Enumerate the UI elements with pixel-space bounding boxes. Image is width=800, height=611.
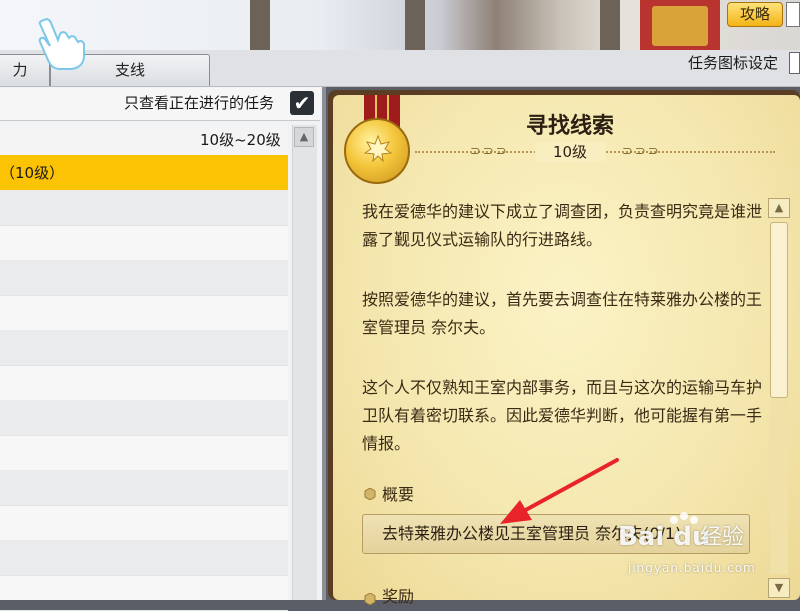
- list-item[interactable]: [0, 540, 288, 576]
- window-control-button[interactable]: [786, 2, 800, 27]
- list-item[interactable]: [0, 260, 288, 296]
- detail-scroll-up-icon[interactable]: ▲: [768, 198, 790, 218]
- watermark-url: jingyan.baidu.com: [628, 561, 756, 575]
- detail-scroll-thumb[interactable]: [770, 222, 788, 398]
- watermark-suffix: 经验: [700, 525, 745, 550]
- filter-checkbox[interactable]: ✔: [290, 91, 314, 115]
- game-scene-background: [0, 0, 800, 50]
- hexagon-bullet-icon: [364, 593, 376, 605]
- level-range-label: 10级~20级: [200, 131, 281, 149]
- maple-leaf-icon: [364, 134, 392, 163]
- list-item[interactable]: [0, 505, 288, 541]
- quest-title: 寻找线索: [525, 114, 614, 139]
- list-item[interactable]: [0, 470, 288, 506]
- summary-label: 概要: [382, 485, 415, 504]
- list-item[interactable]: [0, 225, 288, 261]
- list-item[interactable]: [0, 435, 288, 471]
- list-item[interactable]: [0, 400, 288, 436]
- guide-button[interactable]: 攻略: [727, 2, 783, 27]
- quest-level: 10级: [535, 142, 605, 162]
- ornament-icon: ⊃⊃⊃: [622, 144, 661, 159]
- list-scroll-up-icon[interactable]: ▲: [294, 127, 314, 147]
- list-scrollbar[interactable]: [292, 125, 317, 600]
- icon-setting-label[interactable]: 任务图标设定: [688, 52, 778, 74]
- list-item[interactable]: [0, 330, 288, 366]
- hand-cursor-icon: [38, 18, 85, 70]
- list-item-label: （10级）: [0, 164, 65, 182]
- ornament-icon: ⊃⊃⊃: [470, 144, 509, 159]
- icon-setting-button[interactable]: [789, 52, 800, 74]
- list-item[interactable]: [0, 190, 288, 226]
- quest-description-paragraph: 这个人不仅熟知王室内部事务，而且与这次的运输马车护卫队有着密切联系。因此爱德华判…: [362, 378, 763, 453]
- list-item[interactable]: [0, 365, 288, 401]
- reward-label: 奖励: [382, 587, 415, 606]
- hexagon-bullet-icon: [364, 488, 376, 500]
- filter-label: 只查看正在进行的任务: [124, 94, 275, 112]
- list-item[interactable]: [0, 295, 288, 331]
- list-item[interactable]: [0, 575, 288, 611]
- quest-description-paragraph: 我在爱德华的建议下成立了调查团，负责查明究竟是谁泄露了觐见仪式运输队的行进路线。: [362, 202, 763, 249]
- quest-description-paragraph: 按照爱德华的建议，首先要去调查住在特莱雅办公楼的王室管理员 奈尔夫。: [362, 290, 763, 337]
- panel-divider: [322, 87, 326, 600]
- watermark-brand: Bai du: [618, 522, 711, 552]
